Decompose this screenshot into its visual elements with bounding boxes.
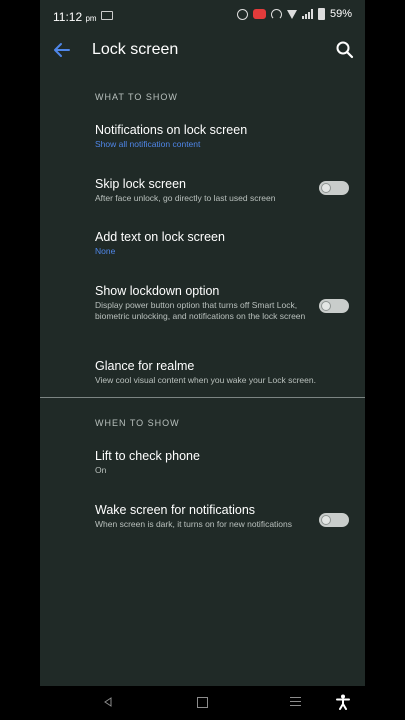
section-divider — [40, 397, 365, 398]
page-title: Lock screen — [92, 41, 179, 58]
triangle-back-icon[interactable] — [103, 697, 113, 707]
wifi-icon — [286, 9, 297, 19]
search-button[interactable] — [333, 38, 357, 62]
item-subtitle: When screen is dark, it turns on for new… — [95, 519, 293, 529]
section-header-when: WHEN TO SHOW — [95, 418, 180, 428]
item-title: Glance for realme — [95, 359, 195, 373]
toggle-knob — [321, 183, 331, 193]
item-subtitle: Show all notification content — [95, 139, 201, 149]
status-bar: 11:12 pm 59% — [40, 0, 365, 32]
screen-record-icon — [252, 9, 266, 19]
skip-lock-screen-item[interactable]: Skip lock screen After face unlock, go d… — [95, 176, 310, 204]
item-subtitle: Display power button option that turns o… — [95, 300, 306, 321]
status-time: 11:12 pm — [53, 10, 97, 24]
glance-for-realme-item[interactable]: Glance for realme View cool visual conte… — [95, 358, 357, 386]
section-header-what: WHAT TO SHOW — [95, 92, 178, 102]
item-title: Add text on lock screen — [95, 230, 225, 244]
toggle-knob — [321, 301, 331, 311]
accessibility-person-icon[interactable] — [336, 694, 350, 710]
signal-icon — [301, 9, 313, 19]
item-title: Skip lock screen — [95, 177, 187, 191]
alarm-icon — [236, 8, 248, 20]
square-home-icon[interactable] — [197, 697, 208, 708]
phone-screen: 11:12 pm 59% Lock screen WHAT TO SHOW No… — [40, 0, 365, 686]
battery-percent: 59% — [329, 8, 352, 20]
item-title: Show lockdown option — [95, 284, 220, 298]
item-title: Notifications on lock screen — [95, 123, 248, 137]
add-text-on-lock-screen-item[interactable]: Add text on lock screen None — [95, 229, 355, 257]
menu-lines-icon[interactable] — [290, 697, 301, 709]
item-subtitle: After face unlock, go directly to last u… — [95, 193, 276, 203]
back-button[interactable] — [50, 38, 74, 62]
wake-screen-toggle[interactable] — [319, 513, 349, 527]
item-subtitle: On — [95, 465, 107, 475]
hotspot-icon — [270, 8, 282, 20]
search-icon — [336, 41, 354, 59]
arrow-left-icon — [54, 43, 70, 57]
item-title: Lift to check phone — [95, 449, 200, 463]
status-icons: 59% — [236, 8, 352, 20]
show-lockdown-option-item[interactable]: Show lockdown option Display power butto… — [95, 283, 310, 322]
item-subtitle: View cool visual content when you wake y… — [95, 375, 316, 385]
show-lockdown-toggle[interactable] — [319, 299, 349, 313]
navigation-bar — [0, 686, 405, 720]
lift-to-check-phone-item[interactable]: Lift to check phone On — [95, 448, 355, 476]
notifications-on-lock-screen-item[interactable]: Notifications on lock screen Show all no… — [95, 122, 355, 150]
item-title: Wake screen for notifications — [95, 503, 256, 517]
skip-lock-screen-toggle[interactable] — [319, 181, 349, 195]
app-bar: Lock screen — [40, 32, 365, 70]
wake-screen-for-notifications-item[interactable]: Wake screen for notifications When scree… — [95, 502, 295, 530]
item-subtitle: None — [95, 246, 116, 256]
screen-cast-icon — [101, 11, 113, 20]
toggle-knob — [321, 515, 331, 525]
battery-icon — [317, 8, 325, 20]
